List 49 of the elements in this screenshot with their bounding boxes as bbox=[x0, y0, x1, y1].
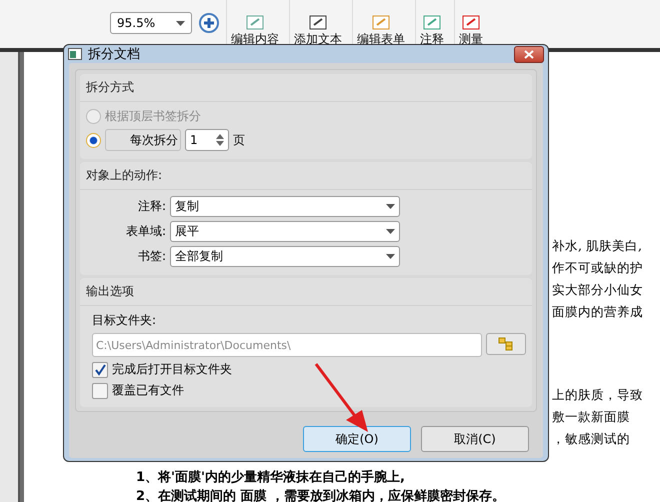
dropdown-caret-icon bbox=[386, 229, 395, 234]
text-tool-icon bbox=[308, 15, 328, 31]
checkbox[interactable] bbox=[92, 362, 108, 378]
dropdown-field[interactable]: 全部复制 bbox=[170, 246, 400, 267]
radio-label: 根据顶层书签拆分 bbox=[105, 108, 201, 125]
group-title: 拆分方式 bbox=[80, 74, 532, 102]
group-title: 输出选项 bbox=[80, 278, 532, 306]
field-label: 目标文件夹: bbox=[92, 312, 156, 329]
checkbox-label: 完成后打开目标文件夹 bbox=[112, 361, 232, 378]
spinner-arrows-icon bbox=[216, 134, 224, 146]
group-title: 对象上的动作: bbox=[80, 162, 532, 190]
measure-tool-icon bbox=[461, 15, 481, 31]
unit-label: 页 bbox=[233, 132, 245, 148]
checkbox[interactable] bbox=[92, 382, 108, 398]
radio-button[interactable] bbox=[86, 132, 101, 148]
document-text: 敷一款新面膜 bbox=[552, 409, 631, 426]
edit-tool-icon bbox=[245, 15, 265, 31]
document-text: ，敏感测试的 bbox=[552, 431, 631, 448]
document-text: 实大部分小仙女 bbox=[552, 282, 644, 299]
page-count-spinner[interactable]: 1 bbox=[185, 129, 229, 151]
document-text: 2、在测试期间的 面膜 ，需要放到冰箱内，应保鲜膜密封保存。 bbox=[136, 488, 506, 502]
zoom-in-icon[interactable] bbox=[198, 12, 220, 34]
zoom-select[interactable]: 95.5% bbox=[110, 12, 192, 34]
checkbox-label: 覆盖已有文件 bbox=[112, 382, 184, 399]
document-text: 作不可或缺的护 bbox=[552, 260, 644, 277]
close-button[interactable] bbox=[514, 46, 544, 62]
field-label: 表单域: bbox=[124, 223, 166, 240]
document-text: 面膜内的营养成 bbox=[552, 304, 644, 321]
dropdown-caret-icon bbox=[386, 254, 395, 259]
dropdown-field[interactable]: 复制 bbox=[170, 196, 400, 217]
dialog-title: 拆分文档 bbox=[88, 46, 141, 63]
window-icon bbox=[68, 48, 82, 60]
dialog-button[interactable]: 确定(O) bbox=[303, 426, 411, 452]
close-icon bbox=[524, 50, 534, 58]
dialog-button[interactable]: 取消(C) bbox=[421, 426, 529, 452]
radio-label: 每次拆分 bbox=[105, 129, 181, 151]
field-label: 注释: bbox=[136, 198, 166, 215]
browse-folder-button[interactable] bbox=[486, 333, 526, 355]
folder-tree-icon bbox=[498, 337, 514, 351]
form-tool-icon bbox=[371, 15, 391, 31]
field-label: 书签: bbox=[136, 248, 166, 265]
document-text: 1、将'面膜'内的少量精华液抹在自己的手腕上, bbox=[136, 468, 406, 487]
dropdown-caret-icon bbox=[176, 20, 185, 26]
folder-path-field[interactable]: C:\Users\Administrator\Documents\ bbox=[92, 333, 482, 357]
dropdown-caret-icon bbox=[386, 204, 395, 209]
document-text: 补水, 肌肤美白, bbox=[552, 238, 643, 255]
dropdown-field[interactable]: 展平 bbox=[170, 221, 400, 242]
document-text: 上的肤质，导致 bbox=[552, 387, 644, 404]
comment-tool-icon bbox=[422, 15, 442, 31]
